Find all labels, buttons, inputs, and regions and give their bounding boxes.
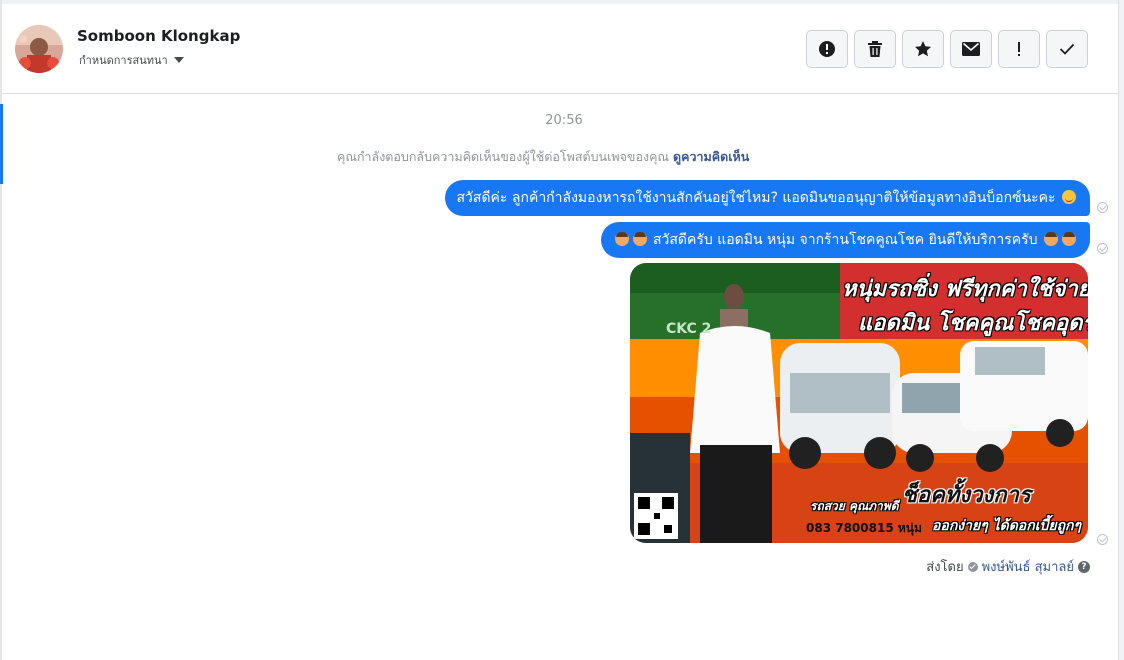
check-icon [1059, 43, 1075, 55]
man-emoji-icon [632, 232, 647, 246]
contact-avatar[interactable] [15, 25, 63, 73]
follow-up-button[interactable] [998, 30, 1040, 68]
window-left-border [0, 0, 2, 660]
assign-conversation-dropdown[interactable]: กำหนดการสนทนา [79, 51, 184, 69]
ad-brand: CKC 2 [666, 321, 712, 337]
delete-button[interactable] [854, 30, 896, 68]
man-emoji-icon [1044, 232, 1058, 246]
message-bubble[interactable]: สวัสดีค่ะ ลูกค้ากำลังมองหารถใช้งานสักคัน… [444, 180, 1090, 216]
conversation-header: Somboon Klongkap กำหนดการสนทนา [2, 4, 1118, 94]
ad-phone: 083 7800815 หนุ่ม [806, 521, 922, 535]
header-actions [806, 30, 1088, 68]
view-comment-link[interactable]: ดูความคิดเห็น [673, 149, 749, 164]
message-text: สวัสดีครับ แอดมิน หนุ่ม จากร้านโชคคูณโชค… [652, 232, 1038, 248]
scrollbar-track[interactable] [1118, 0, 1124, 660]
report-spam-button[interactable] [806, 30, 848, 68]
ad-tagline: ออกง่ายๆ ได้ดอกเบี้ยถูกๆ [932, 518, 1082, 534]
image-attachment[interactable]: หนุ่มรถซิ่ง ฟรีทุกค่าใช้จ่าย แอดมิน โชคค… [630, 263, 1088, 543]
sent-by-info: ส่งโดย พงษ์พันธ์ สุมาลย์ ? [926, 556, 1090, 577]
man-emoji-icon [1062, 232, 1076, 246]
seen-check-icon [1097, 202, 1108, 213]
ad-big-text: ช็อคทั้งวงการ [902, 483, 1031, 508]
seen-check-icon [1097, 243, 1108, 254]
smiling-face-emoji-icon [1062, 190, 1076, 204]
ad-headline-2: แอดมิน โชคคูณโชคอุดร [858, 311, 1088, 336]
star-icon [915, 41, 931, 57]
contact-name[interactable]: Somboon Klongkap [77, 27, 240, 45]
man-emoji-icon [614, 232, 629, 246]
message-timestamp: 20:56 [545, 113, 583, 128]
envelope-icon [962, 42, 980, 56]
notice-text: คุณกำลังตอบกลับความคิดเห็นของผู้ใช้ต่อโพ… [337, 149, 670, 164]
comment-reply-notice: คุณกำลังตอบกลับความคิดเห็นของผู้ใช้ต่อโพ… [337, 147, 749, 167]
help-question-icon[interactable]: ? [1078, 560, 1090, 573]
exclamation-icon [1018, 42, 1020, 56]
agent-name-link[interactable]: พงษ์พันธ์ สุมาลย์ [982, 556, 1074, 577]
seen-check-icon [1097, 534, 1108, 545]
message-bubble[interactable]: สวัสดีครับ แอดมิน หนุ่ม จากร้านโชคคูณโชค… [600, 222, 1090, 258]
trash-icon [868, 41, 882, 57]
sent-by-label: ส่งโดย [926, 560, 964, 575]
ad-subline: รถสวย คุณภาพดี [810, 499, 899, 513]
ad-headline-1: หนุ่มรถซิ่ง ฟรีทุกค่าใช้จ่าย [842, 277, 1088, 302]
caret-down-icon [173, 57, 184, 63]
assign-conversation-label: กำหนดการสนทนา [79, 54, 168, 67]
mark-done-button[interactable] [1046, 30, 1088, 68]
star-button[interactable] [902, 30, 944, 68]
mark-unread-button[interactable] [950, 30, 992, 68]
verified-check-icon [967, 561, 978, 572]
message-text: สวัสดีค่ะ ลูกค้ากำลังมองหารถใช้งานสักคัน… [456, 190, 1056, 206]
alert-circle-icon [819, 41, 835, 57]
